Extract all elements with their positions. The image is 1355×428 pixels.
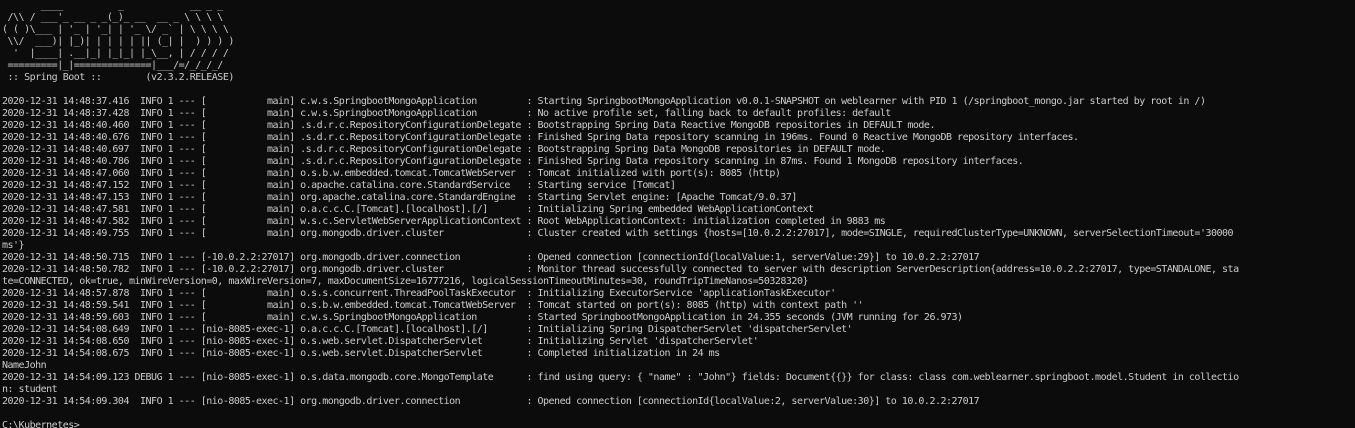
log-line: 2020-12-31 14:54:09.304 INFO 1 --- [nio-… [2,396,980,407]
banner-line: /\\ / ___'_ __ _ _(_)_ __ __ _ \ \ \ \ [2,12,224,23]
log-line: 2020-12-31 14:48:59.541 INFO 1 --- [ mai… [2,300,864,311]
banner-line: ( ( )\___ | '_ | '_| | '_ \/ _` | \ \ \ … [2,24,229,35]
log-line: 2020-12-31 14:48:37.416 INFO 1 --- [ mai… [2,96,1206,107]
log-line: 2020-12-31 14:54:08.649 INFO 1 --- [nio-… [2,324,853,335]
log-line: NameJohn [2,360,47,371]
log-line: 2020-12-31 14:48:47.582 INFO 1 --- [ mai… [2,216,886,227]
log-line: 2020-12-31 14:48:40.786 INFO 1 --- [ mai… [2,156,1024,167]
console-window[interactable]: ____ _ __ _ _ /\\ / ___'_ __ _ _(_)_ __ … [0,0,1355,428]
log-line: 2020-12-31 14:54:08.675 INFO 1 --- [nio-… [2,348,720,359]
log-line: 2020-12-31 14:48:49.755 INFO 1 --- [ mai… [2,228,1234,239]
log-line: 2020-12-31 14:48:57.878 INFO 1 --- [ mai… [2,288,836,299]
log-line: 2020-12-31 14:48:47.060 INFO 1 --- [ mai… [2,168,781,179]
log-line: n: student [2,384,58,395]
banner-line: ____ _ __ _ _ [2,0,224,11]
log-line: 2020-12-31 14:48:47.153 INFO 1 --- [ mai… [2,192,797,203]
log-line: te=CONNECTED, ok=true, minWireVersion=0,… [2,276,809,287]
log-line: 2020-12-31 14:48:50.782 INFO 1 --- [-10.… [2,264,1239,275]
log-line: 2020-12-31 14:54:08.650 INFO 1 --- [nio-… [2,336,759,347]
scrollbar[interactable] [1351,0,1355,428]
log-line: 2020-12-31 14:48:37.428 INFO 1 --- [ mai… [2,108,891,119]
log-line: 2020-12-31 14:48:59.603 INFO 1 --- [ mai… [2,312,963,323]
banner-line: ' |____| .__|_| |_|_| |_\__, | / / / / [2,48,229,59]
console-output[interactable]: ____ _ __ _ _ /\\ / ___'_ __ _ _(_)_ __ … [0,0,1355,428]
command-prompt[interactable]: C:\Kubernetes> [2,420,1355,428]
log-line: 2020-12-31 14:54:09.123 DEBUG 1 --- [nio… [2,372,1239,383]
log-line: ms'} [2,240,25,251]
log-line: 2020-12-31 14:48:47.152 INFO 1 --- [ mai… [2,180,676,191]
log-line: 2020-12-31 14:48:50.715 INFO 1 --- [-10.… [2,252,980,263]
log-line: 2020-12-31 14:48:40.676 INFO 1 --- [ mai… [2,132,1079,143]
banner-line: \\/ ___)| |_)| | | | | || (_| | ) ) ) ) [2,36,235,47]
banner-line: :: Spring Boot :: (v2.3.2.RELEASE) [2,72,235,83]
log-line: 2020-12-31 14:48:47.581 INFO 1 --- [ mai… [2,204,814,215]
banner-line: =========|_|==============|___/=/_/_/_/ [2,60,224,71]
log-line: 2020-12-31 14:48:40.697 INFO 1 --- [ mai… [2,144,886,155]
log-line: 2020-12-31 14:48:40.460 INFO 1 --- [ mai… [2,120,935,131]
